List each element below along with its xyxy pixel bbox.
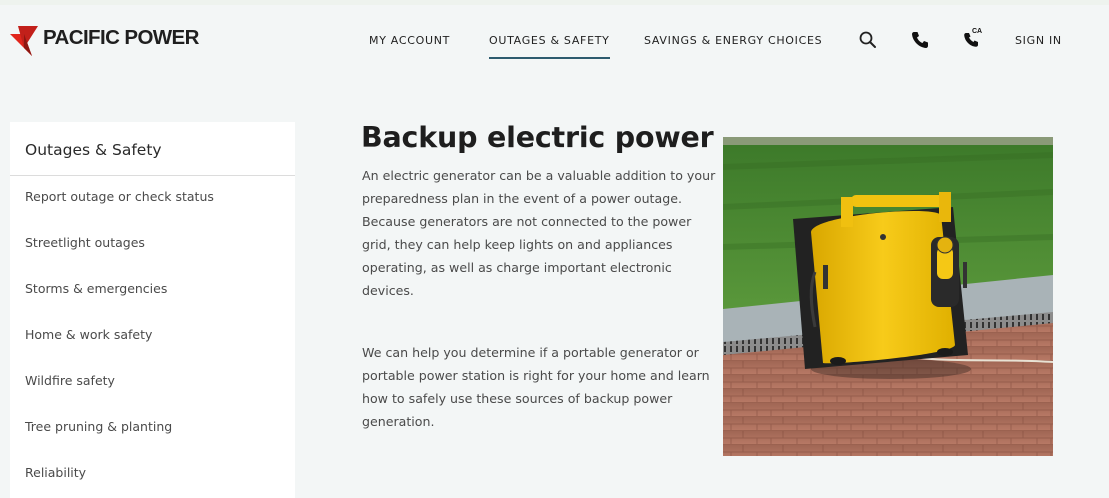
- sidebar-nav: Outages & Safety Report outage or check …: [10, 122, 295, 498]
- sidebar-item-report-outage[interactable]: Report outage or check status: [10, 176, 295, 222]
- nav-outages-safety[interactable]: OUTAGES & SAFETY: [489, 34, 610, 59]
- generator-photo: [723, 137, 1053, 456]
- nav-savings-energy-choices[interactable]: SAVINGS & ENERGY CHOICES: [644, 34, 822, 47]
- intro-paragraph: An electric generator can be a valuable …: [362, 168, 716, 298]
- sidebar-item-wildfire-safety[interactable]: Wildfire safety: [10, 360, 295, 406]
- sidebar-item-reliability[interactable]: Reliability: [10, 452, 295, 498]
- state-badge: CA: [972, 28, 983, 35]
- search-icon[interactable]: [858, 30, 878, 50]
- sidebar-item-storms-emergencies[interactable]: Storms & emergencies: [10, 268, 295, 314]
- sign-in-link[interactable]: SIGN IN: [1015, 34, 1062, 47]
- sidebar-item-streetlight-outages[interactable]: Streetlight outages: [10, 222, 295, 268]
- site-header: PACIFIC POWER MY ACCOUNT OUTAGES & SAFET…: [0, 5, 1109, 71]
- sidebar-title: Outages & Safety: [10, 122, 295, 176]
- brand-logo[interactable]: PACIFIC POWER: [10, 26, 199, 60]
- phone-icon[interactable]: [910, 30, 930, 50]
- sidebar-item-home-work-safety[interactable]: Home & work safety: [10, 314, 295, 360]
- help-paragraph: We can help you determine if a portable …: [362, 345, 710, 429]
- sidebar-item-tree-pruning[interactable]: Tree pruning & planting: [10, 406, 295, 452]
- state-phone-icon[interactable]: CA: [963, 28, 985, 50]
- brand-name: PACIFIC POWER: [43, 26, 199, 49]
- logo-mark-icon: [10, 26, 38, 56]
- nav-my-account[interactable]: MY ACCOUNT: [369, 34, 450, 47]
- page-title: Backup electric power: [361, 121, 714, 154]
